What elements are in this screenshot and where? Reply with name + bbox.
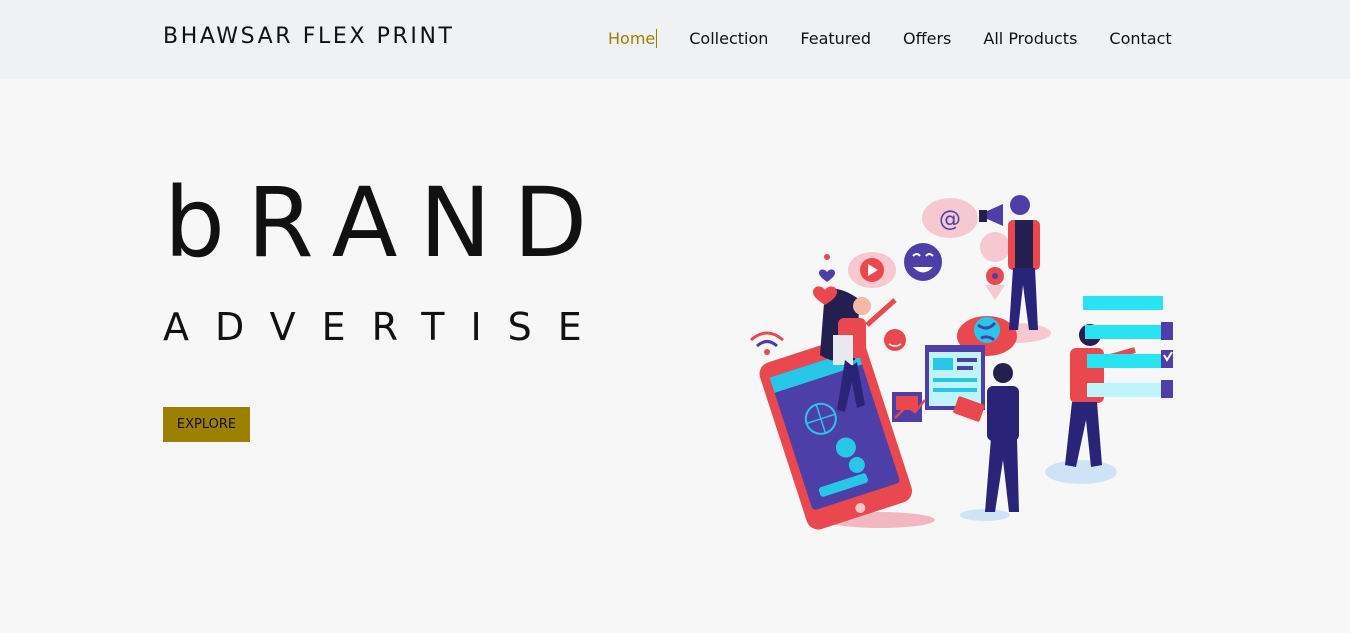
nav-all-products[interactable]: All Products [983,29,1077,48]
man-megaphone-figure [979,195,1040,330]
navbar: BHAWSAR FLEX PRINT Home Collection Featu… [0,0,1350,79]
ground-shadow [960,509,1010,521]
webpage-window-graphic [925,345,985,410]
nav-home[interactable]: Home [608,29,658,48]
nav-contact[interactable]: Contact [1109,29,1171,48]
nav-featured[interactable]: Featured [800,29,871,48]
ground-shadow [1045,460,1117,484]
heart-dot [824,254,830,260]
nav-collection[interactable]: Collection [689,29,768,48]
growth-chart-icon [892,392,926,422]
nav-offers[interactable]: Offers [903,29,951,48]
at-sign-icon: @ [922,198,978,238]
location-pin-icon [980,232,1011,300]
digital-marketing-illustration: @ [750,195,1173,530]
play-icon [848,252,896,288]
smile-emoji-icon [904,243,942,281]
hero-subtitle: ADVERTISE [163,305,608,349]
wifi-icon [750,331,784,355]
svg-text:@: @ [939,207,961,232]
explore-button[interactable]: EXPLORE [163,407,250,442]
heart-icon [819,269,835,282]
brand-logo-text[interactable]: BHAWSAR FLEX PRINT [163,24,455,49]
main-nav: Home Collection Featured Offers All Prod… [608,29,1172,48]
heart-face-icon [884,329,906,351]
hero-title: bRAND [164,167,610,279]
